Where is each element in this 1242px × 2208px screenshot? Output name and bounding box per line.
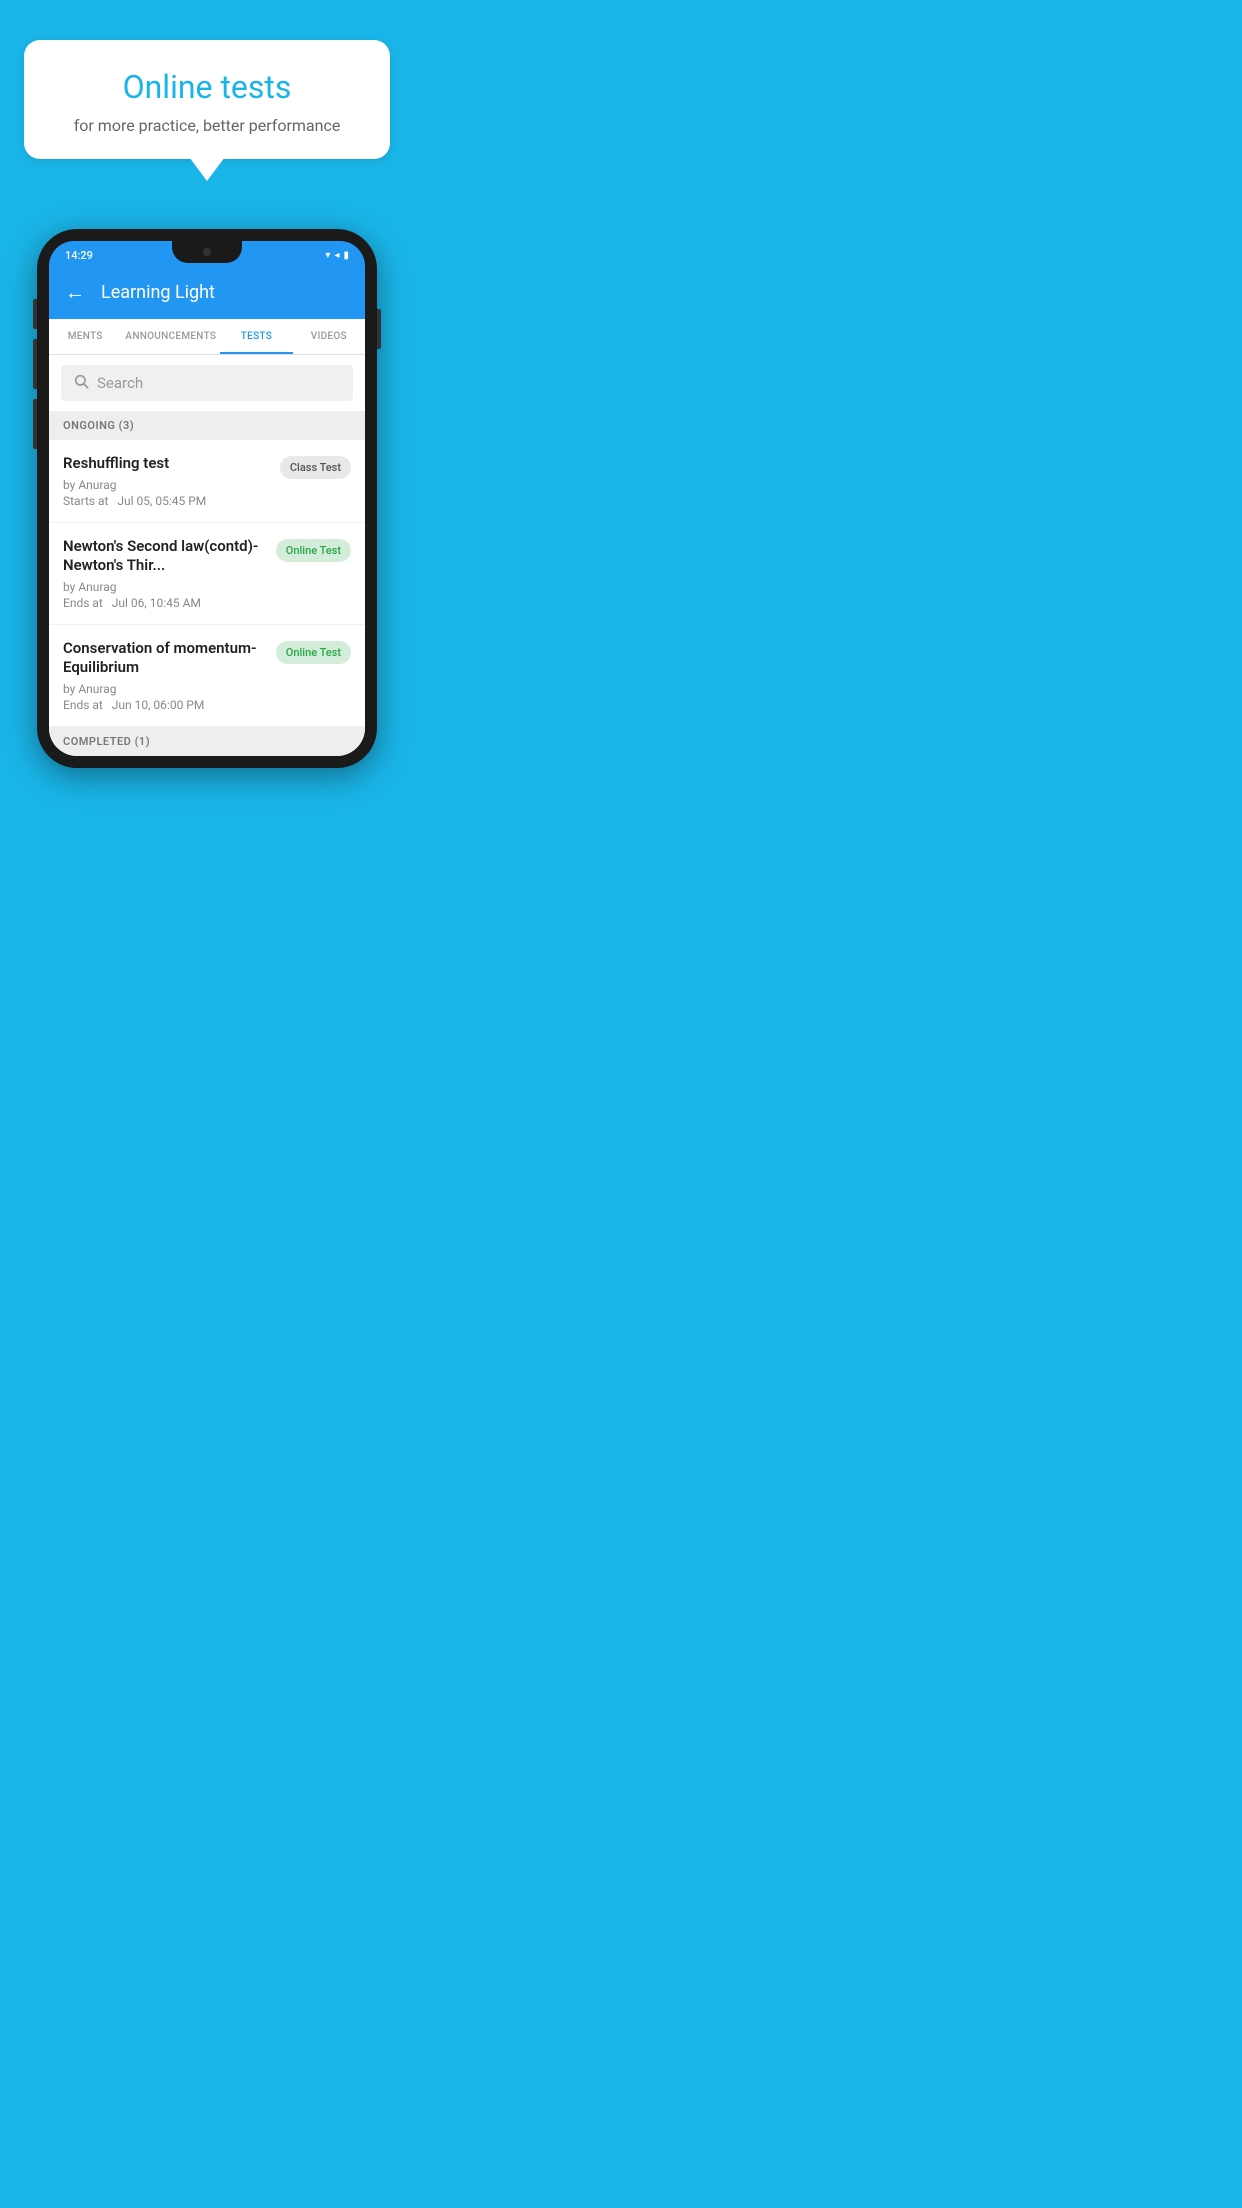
search-input-wrapper[interactable]: Search <box>61 365 353 401</box>
test-by: by Anurag <box>63 580 266 594</box>
speech-bubble: Online tests for more practice, better p… <box>24 40 390 159</box>
test-info: Reshuffling test by Anurag Starts at Jul… <box>63 454 280 508</box>
test-name: Reshuffling test <box>63 454 270 474</box>
completed-section-header: COMPLETED (1) <box>49 727 365 756</box>
test-info: Newton's Second law(contd)-Newton's Thir… <box>63 537 276 610</box>
test-time: Starts at Jul 05, 05:45 PM <box>63 494 270 508</box>
test-name: Newton's Second law(contd)-Newton's Thir… <box>63 537 266 576</box>
app-bar: ← Learning Light <box>49 266 365 319</box>
status-bar: 14:29 ▾ ◂ ▮ <box>49 241 365 266</box>
test-by: by Anurag <box>63 478 270 492</box>
tabs-bar: MENTS ANNOUNCEMENTS TESTS VIDEOS <box>49 319 365 355</box>
status-icons: ▾ ◂ ▮ <box>325 250 349 261</box>
app-title: Learning Light <box>101 282 215 303</box>
tab-ments[interactable]: MENTS <box>49 319 121 354</box>
bubble-title: Online tests <box>54 68 360 106</box>
status-time: 14:29 <box>65 249 93 262</box>
ongoing-section-header: ONGOING (3) <box>49 411 365 440</box>
volume-down-button <box>33 339 37 389</box>
tab-videos[interactable]: VIDEOS <box>293 319 365 354</box>
wifi-icon: ▾ <box>325 250 330 261</box>
test-name: Conservation of momentum-Equilibrium <box>63 639 266 678</box>
test-badge-online: Online Test <box>276 539 351 562</box>
notch-cutout <box>172 241 242 263</box>
test-item[interactable]: Reshuffling test by Anurag Starts at Jul… <box>49 440 365 523</box>
tab-tests[interactable]: TESTS <box>220 319 292 354</box>
search-placeholder: Search <box>97 374 143 392</box>
power-button <box>377 309 381 349</box>
test-time: Ends at Jun 10, 06:00 PM <box>63 698 266 712</box>
test-time: Ends at Jul 06, 10:45 AM <box>63 596 266 610</box>
search-icon <box>73 373 89 393</box>
back-button[interactable]: ← <box>65 280 85 305</box>
phone-mockup: 14:29 ▾ ◂ ▮ ← Learning Light MENTS ANNOU… <box>0 229 414 768</box>
test-badge-class: Class Test <box>280 456 351 479</box>
hero-section: Online tests for more practice, better p… <box>0 0 414 179</box>
tab-announcements[interactable]: ANNOUNCEMENTS <box>121 319 220 354</box>
bubble-subtitle: for more practice, better performance <box>54 116 360 135</box>
test-by: by Anurag <box>63 682 266 696</box>
search-container: Search <box>49 355 365 411</box>
silent-button <box>33 399 37 449</box>
test-list: Reshuffling test by Anurag Starts at Jul… <box>49 440 365 727</box>
test-badge-online: Online Test <box>276 641 351 664</box>
phone-screen: ← Learning Light MENTS ANNOUNCEMENTS TES… <box>49 266 365 756</box>
test-item[interactable]: Conservation of momentum-Equilibrium by … <box>49 625 365 727</box>
phone-frame: 14:29 ▾ ◂ ▮ ← Learning Light MENTS ANNOU… <box>37 229 377 768</box>
signal-icon: ◂ <box>334 250 339 261</box>
battery-icon: ▮ <box>343 250 349 261</box>
test-info: Conservation of momentum-Equilibrium by … <box>63 639 276 712</box>
volume-up-button <box>33 299 37 329</box>
camera-dot <box>203 248 211 256</box>
test-item[interactable]: Newton's Second law(contd)-Newton's Thir… <box>49 523 365 625</box>
